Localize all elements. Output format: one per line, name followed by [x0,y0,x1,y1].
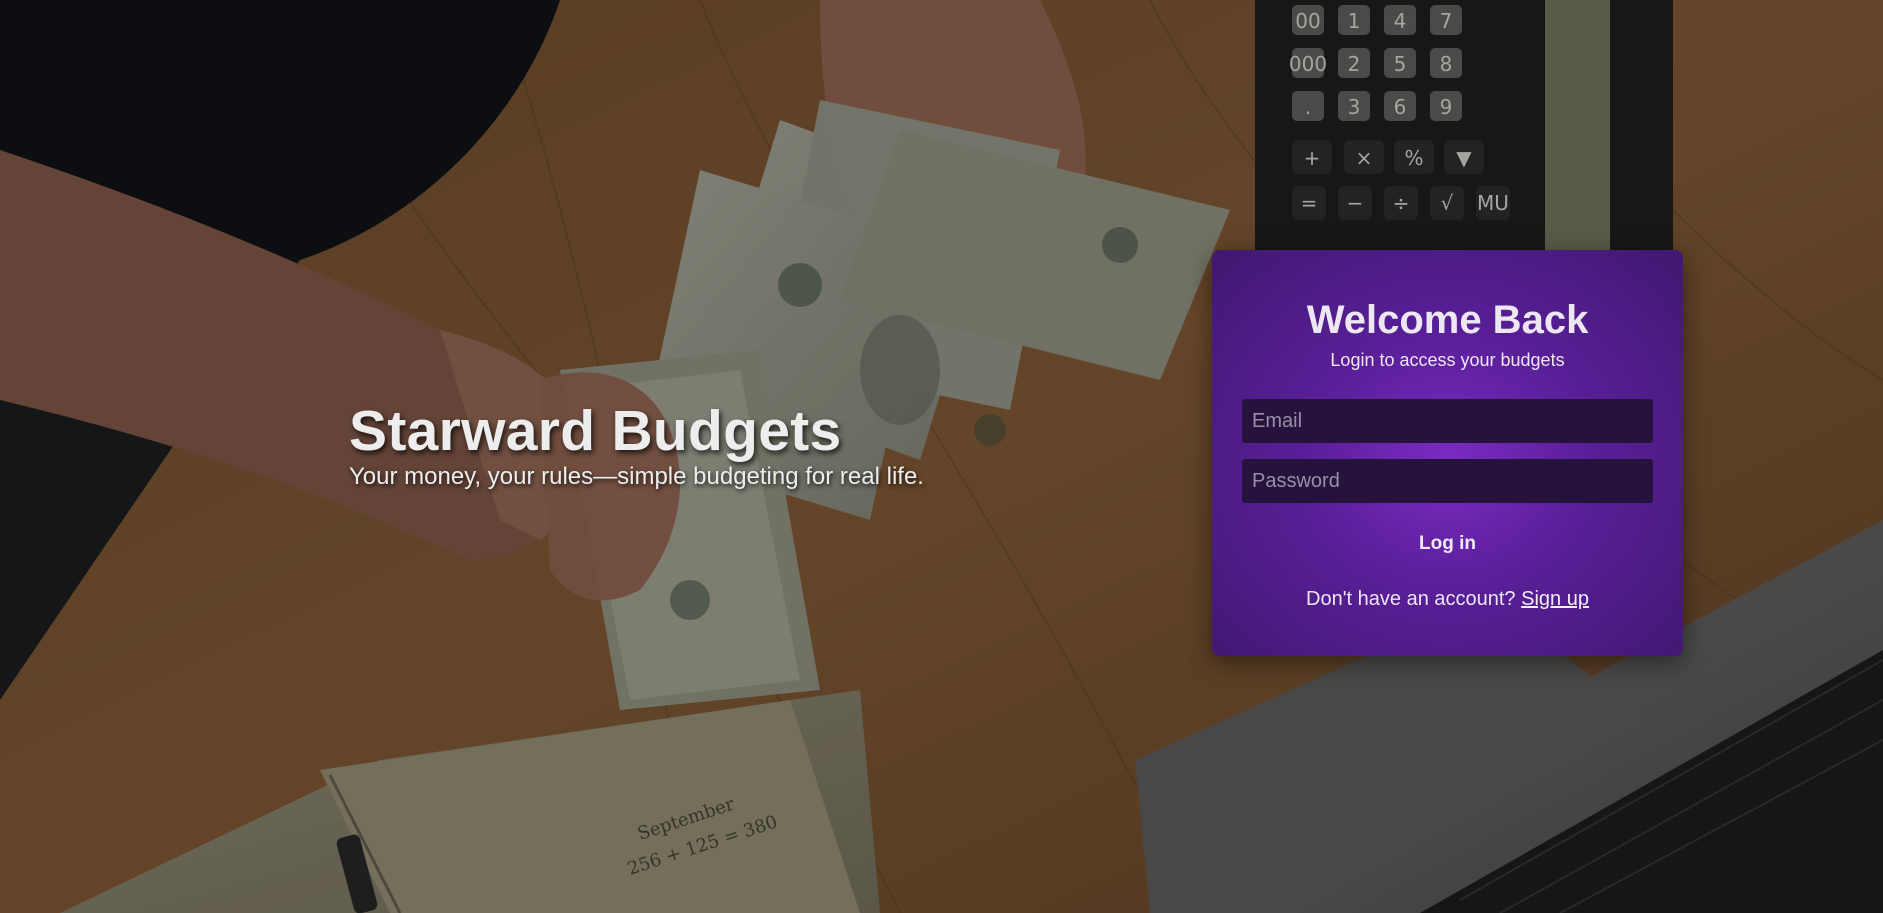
signup-prompt-line: Don't have an account? Sign up [1212,587,1683,611]
login-button[interactable]: Log in [1407,529,1488,559]
signup-prompt-text: Don't have an account? [1306,588,1516,610]
email-input[interactable] [1242,399,1653,443]
signup-link[interactable]: Sign up [1521,588,1589,610]
login-subtitle: Login to access your budgets [1330,350,1565,370]
login-card: Welcome Back Login to access your budget… [1212,250,1683,656]
password-input[interactable] [1242,459,1653,503]
hero: Starward Budgets Your money, your rules—… [349,398,924,492]
app-title: Starward Budgets [349,399,842,463]
login-title: Welcome Back [1306,298,1589,342]
app-tagline: Your money, your rules—simple budgeting … [349,463,924,490]
